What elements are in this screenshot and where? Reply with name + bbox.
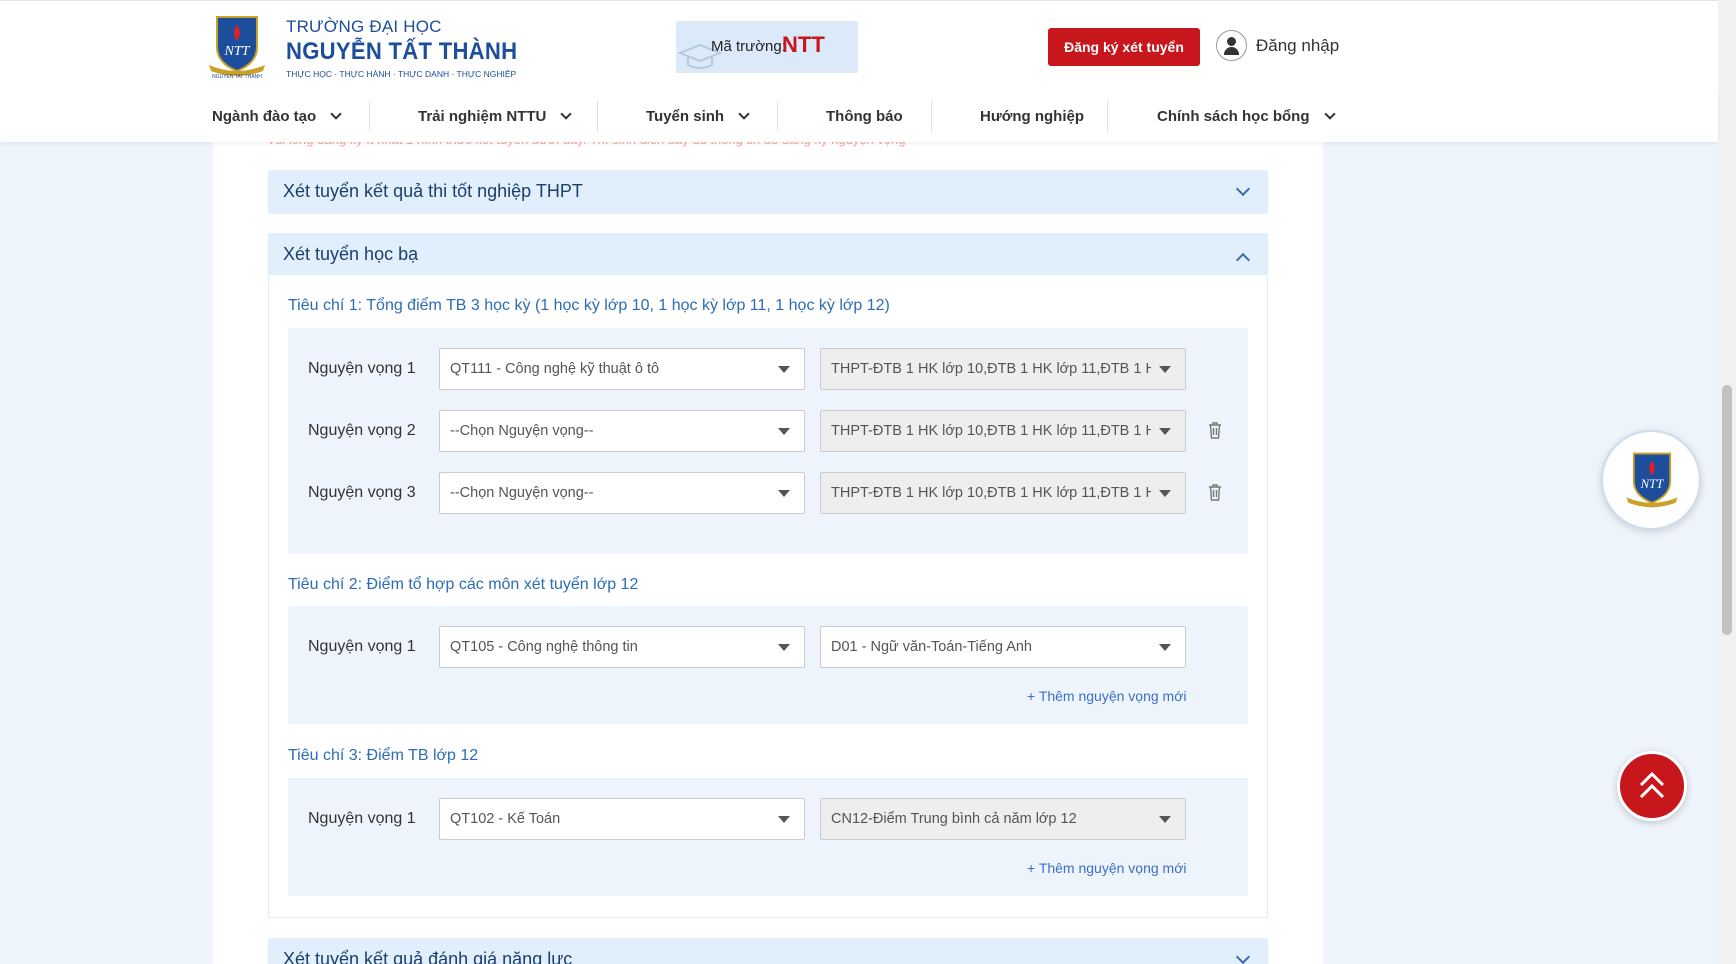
accordion-title: Xét tuyển học bạ — [283, 244, 419, 264]
method-select-value: THPT-ĐTB 1 HK lớp 10,ĐTB 1 HK lớp 11,ĐTB… — [831, 361, 1151, 377]
school-name[interactable]: TRƯỜNG ĐẠI HỌC NGUYỄN TẤT THÀNH THỰC HỌC… — [286, 17, 537, 79]
method-select: THPT-ĐTB 1 HK lớp 10,ĐTB 1 HK lớp 11,ĐTB… — [820, 472, 1186, 514]
major-select[interactable]: --Chọn Nguyện vọng-- — [439, 472, 805, 514]
method-select-value: THPT-ĐTB 1 HK lớp 10,ĐTB 1 HK lớp 11,ĐTB… — [831, 485, 1151, 501]
chevron-down-icon — [738, 108, 750, 120]
nttu-logo-icon[interactable]: NTT NGUYEN TAT THANH — [203, 13, 271, 79]
wish-label: Nguyện vọng 1 — [308, 360, 416, 377]
caret-down-icon — [1159, 366, 1171, 373]
accordion-title: Xét tuyển kết quả đánh giá năng lực — [283, 949, 573, 964]
user-icon — [1216, 30, 1247, 61]
chevron-down-icon — [1235, 181, 1251, 197]
nav-label: Hướng nghiệp — [980, 108, 1085, 125]
top-header: NTT NGUYEN TAT THANH TRƯỜNG ĐẠI HỌC NGUY… — [0, 0, 1718, 91]
method-select: CN12-Điểm Trung bình cả năm lớp 12 — [820, 798, 1186, 840]
school-code-label: Mã trường: — [711, 38, 786, 55]
major-select-value: QT102 - Kế Toán — [450, 811, 561, 827]
major-select-value: --Chọn Nguyện vọng-- — [450, 485, 594, 501]
school-code-box: Mã trường: NTT — [676, 21, 858, 73]
trash-icon[interactable] — [1208, 422, 1222, 439]
major-select-value: QT105 - Công nghệ thông tin — [450, 639, 638, 655]
accordion-hoc-ba[interactable]: Xét tuyển học bạ — [268, 233, 1268, 277]
method-select[interactable]: D01 - Ngữ văn-Toán-Tiếng Anh — [820, 626, 1186, 668]
chevron-up-icon — [1235, 252, 1251, 268]
accordion-title: Xét tuyển kết quả thi tốt nghiệp THPT — [283, 181, 583, 201]
nav-item-trai-nghiem[interactable]: Trải nghiệm NTTU — [418, 91, 573, 142]
login-label: Đăng nhập — [1256, 35, 1340, 55]
nav-divider — [369, 101, 370, 132]
nav-item-chinh-sach-hoc-bong[interactable]: Chính sách học bổng — [1157, 91, 1336, 142]
caret-down-icon — [778, 428, 790, 435]
nav-divider — [777, 101, 778, 132]
scrollbar-thumb[interactable] — [1722, 385, 1732, 635]
wish-label: Nguyện vọng 1 — [308, 638, 416, 655]
add-wish-link[interactable]: + Thêm nguyện vọng mới — [1027, 860, 1187, 876]
chevron-down-icon — [1235, 949, 1251, 964]
nav-label: Trải nghiệm NTTU — [418, 108, 547, 125]
major-select[interactable]: QT105 - Công nghệ thông tin — [439, 626, 805, 668]
chevron-down-icon — [1323, 108, 1336, 120]
svg-text:NGUYEN TAT THANH: NGUYEN TAT THANH — [212, 74, 262, 79]
main-nav: Ngành đào tạo Trải nghiệm NTTU Tuyển sin… — [0, 91, 1718, 142]
criterion-title: Tiêu chí 1: Tổng điểm TB 3 học kỳ (1 học… — [288, 297, 890, 314]
nav-label: Tuyển sinh — [646, 108, 725, 125]
wish-label: Nguyện vọng 1 — [308, 810, 416, 827]
wish-label: Nguyện vọng 2 — [308, 422, 416, 439]
chevron-down-icon — [330, 108, 342, 120]
major-select[interactable]: --Chọn Nguyện vọng-- — [439, 410, 805, 452]
accordion-danh-gia-nang-luc[interactable]: Xét tuyển kết quả đánh giá năng lực — [268, 938, 1268, 964]
double-chevron-up-icon — [1639, 771, 1665, 799]
criterion-box: Nguyện vọng 1 QT111 - Công nghệ kỹ thuật… — [288, 328, 1248, 554]
svg-text:NTT: NTT — [224, 44, 251, 59]
wish-label: Nguyện vọng 3 — [308, 484, 416, 501]
caret-down-icon — [1159, 490, 1171, 497]
major-select-value: QT111 - Công nghệ kỹ thuật ô tô — [450, 361, 660, 377]
school-name-line2: NGUYỄN TẤT THÀNH — [286, 38, 518, 65]
svg-text:NTT: NTT — [1640, 477, 1665, 491]
major-select-value: --Chọn Nguyện vọng-- — [450, 423, 594, 439]
method-select: THPT-ĐTB 1 HK lớp 10,ĐTB 1 HK lớp 11,ĐTB… — [820, 348, 1186, 390]
nav-label: Thông báo — [826, 108, 903, 125]
caret-down-icon — [1159, 428, 1171, 435]
accordion-thpt[interactable]: Xét tuyển kết quả thi tốt nghiệp THPT — [268, 170, 1268, 214]
caret-down-icon — [778, 490, 790, 497]
criterion-title: Tiêu chí 3: Điểm TB lớp 12 — [288, 747, 479, 764]
school-code: NTT — [782, 32, 825, 57]
criterion-title: Tiêu chí 2: Điểm tổ hợp các môn xét tuyể… — [288, 576, 639, 593]
method-select-value: CN12-Điểm Trung bình cả năm lớp 12 — [831, 811, 1077, 827]
login-link[interactable]: Đăng nhập — [1216, 30, 1339, 61]
school-name-line1: TRƯỜNG ĐẠI HỌC — [286, 17, 442, 36]
scroll-top-button[interactable] — [1617, 751, 1687, 821]
nav-item-huong-nghiep[interactable]: Hướng nghiệp — [980, 91, 1084, 142]
nav-item-tuyen-sinh[interactable]: Tuyển sinh — [646, 91, 750, 142]
chevron-down-icon — [560, 108, 573, 120]
add-wish-link[interactable]: + Thêm nguyện vọng mới — [1027, 688, 1187, 704]
school-slogan: THỰC HỌC · THỰC HÀNH · THỰC DANH · THỰC … — [286, 69, 517, 79]
method-select: THPT-ĐTB 1 HK lớp 10,ĐTB 1 HK lớp 11,ĐTB… — [820, 410, 1186, 452]
caret-down-icon — [1159, 644, 1171, 651]
nav-item-nganh-dao-tao[interactable]: Ngành đào tạo — [212, 91, 342, 142]
nav-divider — [1107, 101, 1108, 132]
nttu-logo-icon: NTT — [1626, 452, 1678, 508]
criterion-box: Nguyện vọng 1 QT105 - Công nghệ thông ti… — [288, 606, 1248, 724]
nav-divider — [931, 101, 932, 132]
caret-down-icon — [778, 816, 790, 823]
nav-divider — [597, 101, 598, 132]
major-select[interactable]: QT111 - Công nghệ kỹ thuật ô tô — [439, 348, 805, 390]
nav-label: Chính sách học bổng — [1157, 108, 1310, 125]
major-select[interactable]: QT102 - Kế Toán — [439, 798, 805, 840]
method-select-value: THPT-ĐTB 1 HK lớp 10,ĐTB 1 HK lớp 11,ĐTB… — [831, 423, 1151, 439]
caret-down-icon — [778, 366, 790, 373]
caret-down-icon — [778, 644, 790, 651]
register-button[interactable]: Đăng ký xét tuyển — [1048, 28, 1200, 66]
floating-logo-button[interactable]: NTT — [1601, 430, 1701, 530]
nav-item-thong-bao[interactable]: Thông báo — [826, 91, 903, 142]
caret-down-icon — [1159, 816, 1171, 823]
method-select-value: D01 - Ngữ văn-Toán-Tiếng Anh — [831, 639, 1032, 655]
trash-icon[interactable] — [1208, 484, 1222, 501]
nav-label: Ngành đào tạo — [212, 108, 317, 125]
criterion-box: Nguyện vọng 1 QT102 - Kế Toán CN12-Điểm … — [288, 778, 1248, 896]
